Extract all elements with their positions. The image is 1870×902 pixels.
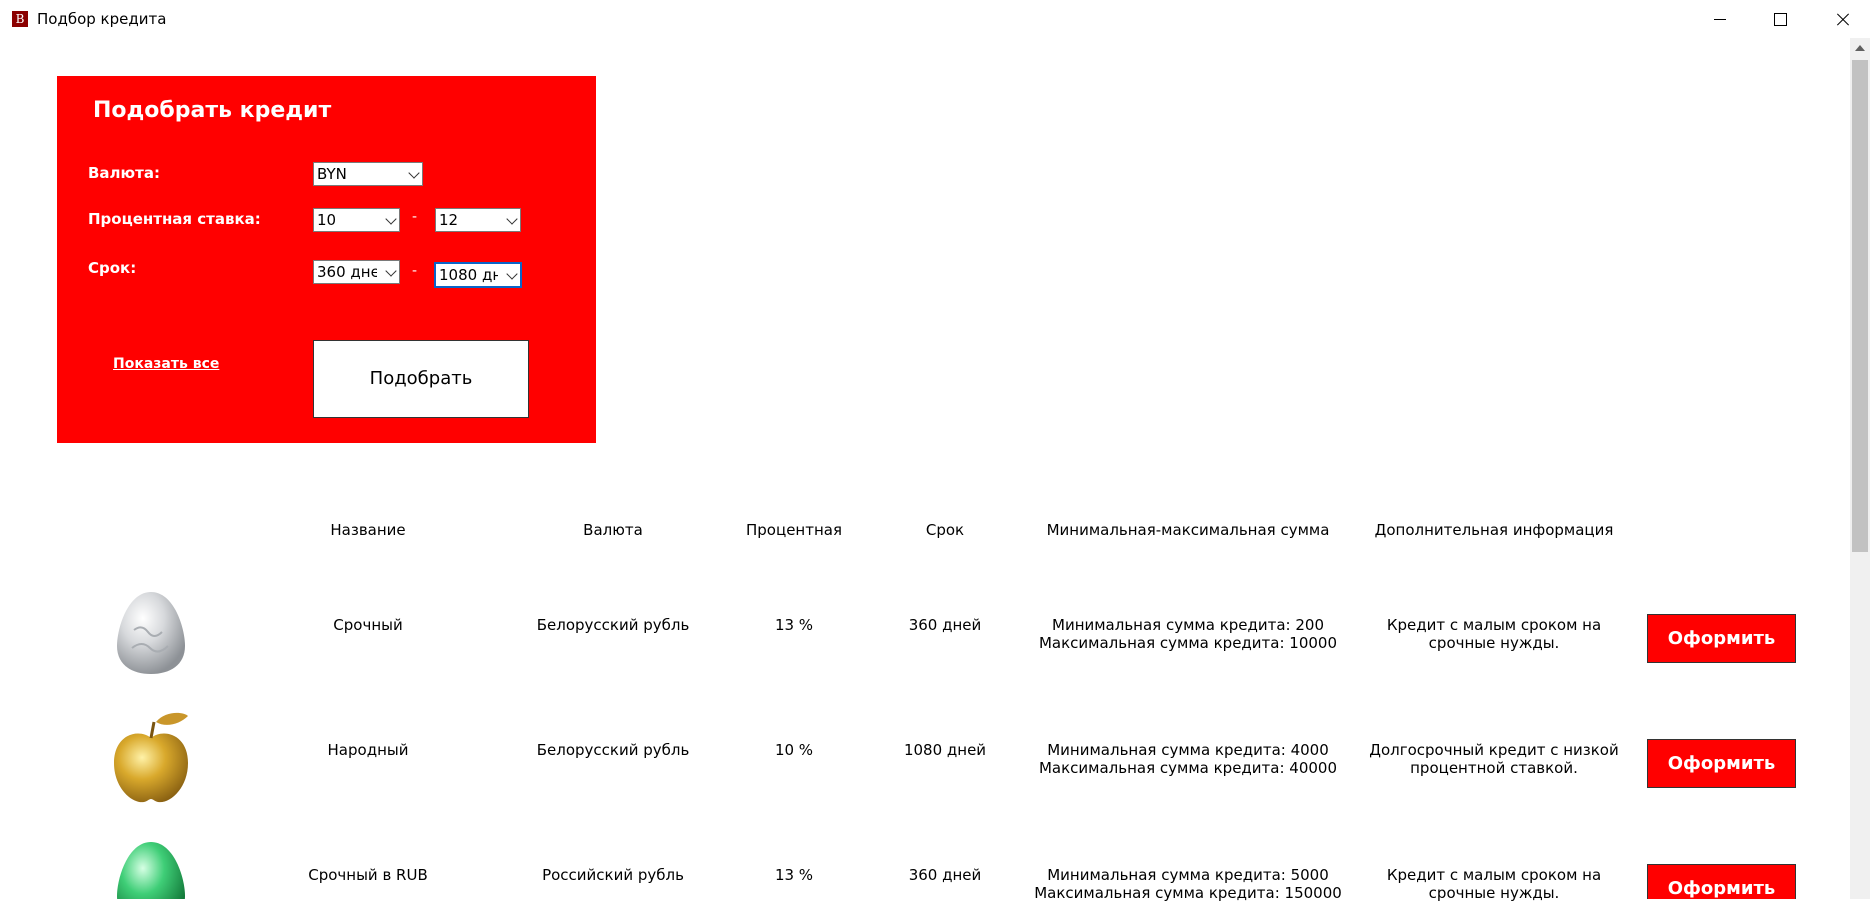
term-to-select[interactable]: 1080 дн [434, 262, 522, 288]
app-icon: B [12, 11, 28, 27]
header-sum: Минимальная-максимальная сумма [1046, 521, 1330, 539]
header-rate: Процентная [746, 521, 842, 539]
row2-sum-max: Максимальная сумма кредита: 40000 [1038, 759, 1338, 777]
currency-label: Валюта: [88, 164, 160, 182]
term-to-value: 1080 дн [439, 266, 503, 284]
row2-rate: 10 % [774, 741, 814, 759]
show-all-link[interactable]: Показать все [113, 356, 219, 372]
header-term: Срок [925, 521, 965, 539]
row3-sum-max: Максимальная сумма кредита: 150000 [1034, 884, 1342, 902]
row2-apply-button[interactable]: Оформить [1647, 739, 1796, 788]
row3-apply-button[interactable]: Оформить [1647, 864, 1796, 899]
row1-name: Срочный [333, 616, 403, 634]
minimize-button[interactable] [1693, 0, 1747, 38]
row1-sum-max: Максимальная сумма кредита: 10000 [1038, 634, 1338, 652]
rate-dash: - [412, 209, 418, 225]
rate-label: Процентная ставка: [88, 210, 261, 228]
scroll-thumb[interactable] [1852, 60, 1868, 552]
row1-info-line1: Кредит с малым сроком на [1386, 616, 1602, 634]
golden-apple-icon [108, 708, 194, 812]
row2-term: 1080 дней [903, 741, 987, 759]
green-egg-icon [114, 840, 188, 899]
currency-select[interactable]: BYN [313, 162, 423, 186]
rate-from-select[interactable]: 10 [313, 208, 400, 232]
row3-info-line1: Кредит с малым сроком на [1386, 866, 1602, 884]
header-currency: Валюта [583, 521, 643, 539]
row3-term: 360 дней [908, 866, 982, 884]
maximize-button[interactable] [1753, 0, 1807, 38]
rate-from-value: 10 [317, 211, 337, 229]
term-from-select[interactable]: 360 дней [313, 260, 400, 284]
row1-term: 360 дней [908, 616, 982, 634]
row3-currency: Российский рубль [542, 866, 684, 884]
row3-name: Срочный в RUB [308, 866, 428, 884]
filter-title: Подобрать кредит [93, 98, 332, 123]
row3-rate: 13 % [774, 866, 814, 884]
row3-info-line2: срочные нужды. [1428, 884, 1560, 902]
currency-select-value: BYN [317, 165, 347, 183]
row2-info-line1: Долгосрочный кредит с низкой [1369, 741, 1619, 759]
rate-to-select[interactable]: 12 [435, 208, 521, 232]
row2-sum-min: Минимальная сумма кредита: 4000 [1047, 741, 1329, 759]
title-bar: B Подбор кредита [0, 0, 1870, 38]
row2-name: Народный [327, 741, 409, 759]
window-title: Подбор кредита [37, 10, 167, 28]
rate-to-value: 12 [439, 211, 459, 229]
find-button[interactable]: Подобрать [313, 340, 529, 418]
term-label: Срок: [88, 259, 137, 277]
row3-sum-min: Минимальная сумма кредита: 5000 [1047, 866, 1329, 884]
row1-info-line2: срочные нужды. [1428, 634, 1560, 652]
row1-rate: 13 % [774, 616, 814, 634]
scroll-up-arrow-icon[interactable] [1850, 38, 1870, 58]
row1-currency: Белорусский рубль [536, 616, 690, 634]
silver-egg-icon [114, 590, 188, 680]
row2-currency: Белорусский рубль [536, 741, 690, 759]
row2-info-line2: процентной ставкой. [1410, 759, 1578, 777]
term-dash: - [412, 263, 418, 279]
row1-sum-min: Минимальная сумма кредита: 200 [1052, 616, 1324, 634]
filter-panel: Подобрать кредит Валюта: BYN Процентная … [57, 76, 596, 443]
vertical-scrollbar[interactable] [1850, 38, 1870, 899]
close-button[interactable] [1815, 0, 1869, 38]
row1-apply-button[interactable]: Оформить [1647, 614, 1796, 663]
header-name: Название [330, 521, 406, 539]
header-info: Дополнительная информация [1374, 521, 1614, 539]
